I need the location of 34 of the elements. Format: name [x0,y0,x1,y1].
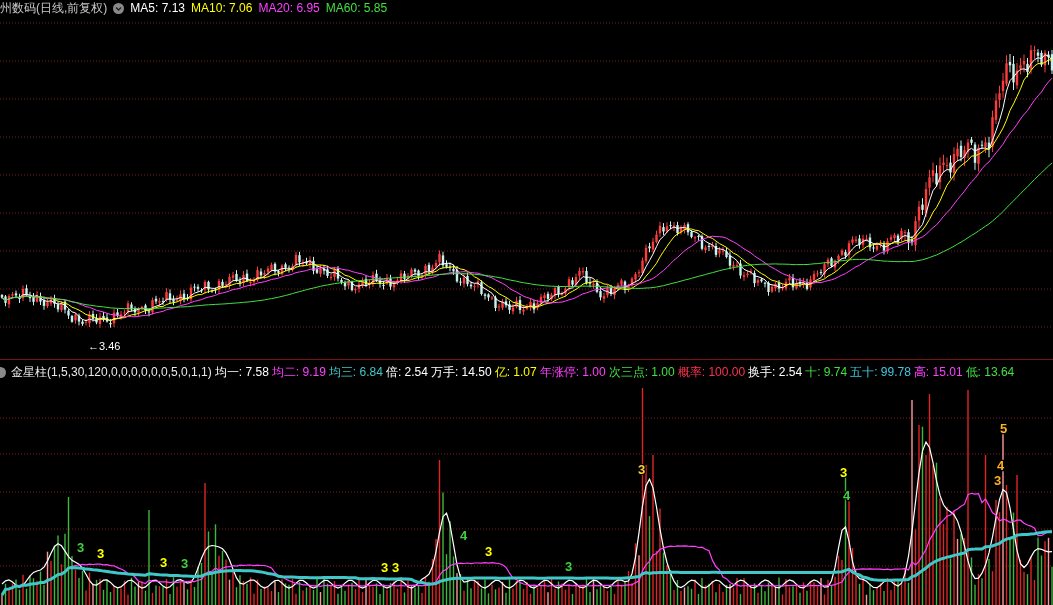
indicator-legend-value: 概率: 100.00 [677,365,746,379]
indicator-legend-value: 次三点: 1.00 [608,365,675,379]
indicator-legend-value: 均二: 9.19 [271,365,326,379]
indicator-legend-value: 亿: 1.07 [494,365,537,379]
stock-title: 州数码(日线,前复权) [0,1,108,15]
chevron-down-icon[interactable] [113,2,125,14]
indicator-legend-value: 十: 9.74 [805,365,848,379]
signal-number: 3 [994,472,1002,488]
signal-number: 3 [181,556,189,572]
ma-legend-value: MA20: 6.95 [258,1,320,15]
indicator-legend-value: 高: 15.01 [913,365,963,379]
signal-number: 5 [1000,421,1008,436]
indicator-title: 金星柱(1,5,30,120,0,0,0,0,0,0,5,0,1,1) [11,365,212,379]
indicator-legend-value: 五十: 99.78 [850,365,911,379]
indicator-legend-value: 均一: 7.58 [214,365,269,379]
ma-legend-value: MA10: 7.06 [191,1,253,15]
indicator-legend-value: 均三: 6.84 [328,365,383,379]
indicator-legend-value: 换手: 2.54 [748,365,803,379]
low-price-label: ←3.46 [88,340,121,352]
indicator-legend-value: 低: 13.64 [965,365,1015,379]
signal-number: 3 [485,544,493,560]
signal-number: 3 [77,539,85,555]
signal-number: 4 [460,527,468,543]
ma-legend-value: MA60: 5.85 [325,1,388,15]
signal-number: 3 [392,559,400,575]
signal-number: 3 [840,465,848,480]
indicator-legend-value: 倍: 2.54 [385,365,428,379]
signal-number: 3 [381,559,389,575]
signal-number: 3 [97,545,105,561]
signal-number: 3 [565,558,573,574]
indicator-legend-value: 万手: 14.50 [430,365,492,379]
indicator-legend-value: 年涨停: 1.00 [539,365,606,379]
ma-legend-value: MA5: 7.13 [130,1,186,15]
signal-number: 3 [160,555,168,571]
